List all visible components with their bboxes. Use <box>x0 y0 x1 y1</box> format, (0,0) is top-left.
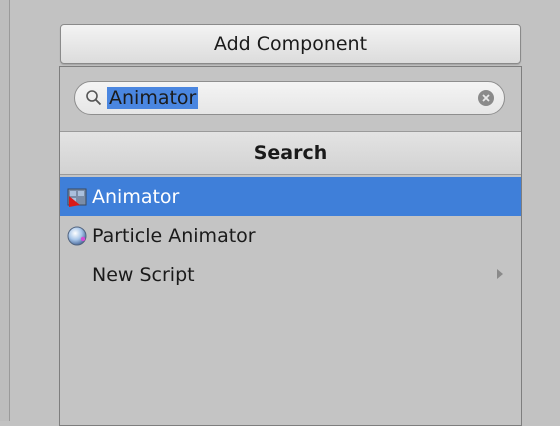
search-input-text[interactable]: Animator <box>107 87 199 109</box>
particle-animator-icon <box>66 225 88 247</box>
search-field[interactable]: Animator <box>74 81 505 115</box>
add-component-popup: Animator Search Animator Particle Animat… <box>59 66 522 426</box>
search-icon <box>85 89 103 107</box>
result-label: Particle Animator <box>92 224 256 247</box>
clear-search-icon[interactable] <box>478 90 494 106</box>
animator-icon <box>66 186 88 208</box>
results-list: Animator Particle Animator New Script <box>60 177 521 294</box>
result-label: New Script <box>92 263 195 286</box>
add-component-label: Add Component <box>213 33 368 55</box>
result-label: Animator <box>92 185 180 208</box>
search-header-label: Search <box>253 142 328 164</box>
search-results-header: Search <box>60 131 521 175</box>
inspector-left-edge <box>0 0 10 421</box>
result-item-animator[interactable]: Animator <box>60 177 521 216</box>
result-item-particle-animator[interactable]: Particle Animator <box>60 216 521 255</box>
result-item-new-script[interactable]: New Script <box>60 255 521 294</box>
add-component-button[interactable]: Add Component <box>60 24 521 64</box>
submenu-arrow-icon <box>497 269 503 279</box>
